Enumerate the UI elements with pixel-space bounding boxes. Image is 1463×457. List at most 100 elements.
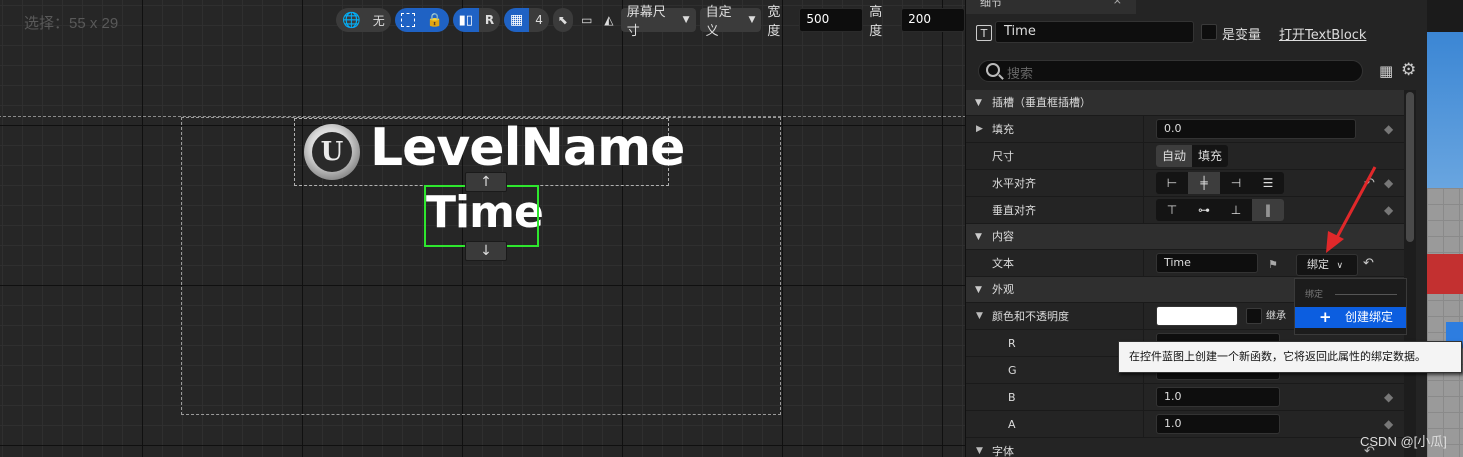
- close-icon[interactable]: ×: [1113, 0, 1122, 6]
- align-bottom-icon[interactable]: ⊥: [1220, 199, 1252, 221]
- inherit-checkbox[interactable]: [1246, 308, 1262, 324]
- column-divider[interactable]: [1143, 197, 1144, 224]
- level-name-text[interactable]: LevelName: [370, 118, 685, 178]
- height-label: 高度: [869, 5, 883, 39]
- align-top-icon[interactable]: ⊤: [1156, 199, 1188, 221]
- reset-icon[interactable]: ↶: [1363, 256, 1374, 271]
- height-input[interactable]: 200: [901, 8, 966, 32]
- grid-snap-toggle[interactable]: ▦ 4: [504, 8, 549, 32]
- lock-icon[interactable]: 🔒: [420, 8, 449, 32]
- scrollbar-thumb[interactable]: [1406, 92, 1414, 242]
- r-label: R: [484, 13, 495, 27]
- move-down-button[interactable]: ↓: [465, 241, 507, 261]
- dashed-outline-icon[interactable]: [394, 8, 421, 32]
- font-row: ▼ 字体 ↶: [966, 438, 1404, 457]
- font-label: 字体: [992, 445, 1014, 457]
- keyframe-icon[interactable]: ◆: [1384, 116, 1393, 143]
- r-label: R: [1008, 337, 1016, 350]
- b-input[interactable]: 1.0: [1156, 387, 1280, 407]
- align-vfill-icon[interactable]: ‖: [1252, 199, 1284, 221]
- grid-snap-value: 4: [535, 13, 543, 27]
- collapsed-triangle-icon[interactable]: ▶: [976, 116, 983, 143]
- padding-input[interactable]: 0.0: [1156, 119, 1356, 139]
- unreal-logo-icon: U: [312, 132, 352, 172]
- flag-icon[interactable]: ⚑: [1268, 258, 1278, 271]
- details-search-input[interactable]: 搜索: [978, 60, 1363, 82]
- respect-locks-toggle[interactable]: ▮▯ R: [452, 8, 501, 32]
- category-slot[interactable]: ▼ 插槽（垂直框插槽）: [966, 90, 1404, 116]
- g-label: G: [1008, 364, 1017, 377]
- a-input[interactable]: 1.0: [1156, 414, 1280, 434]
- is-variable-checkbox[interactable]: [1201, 24, 1217, 40]
- color-label: 颜色和不透明度: [992, 310, 1069, 323]
- details-tab[interactable]: 细节 ×: [966, 0, 1136, 14]
- open-textblock-link[interactable]: 打开TextBlock: [1279, 24, 1366, 43]
- align-center-icon[interactable]: ╪: [1188, 172, 1220, 194]
- column-divider[interactable]: [1143, 250, 1144, 277]
- a-label: A: [1008, 418, 1016, 431]
- keyframe-icon[interactable]: ◆: [1384, 197, 1393, 224]
- designer-toolbar: 🌐 无 🔒 ▮▯ R ▦ 4 ⬉ ▭ ◭ 屏幕尺寸 ▼ 自定义 ▼ 宽度 500…: [336, 5, 966, 39]
- widget-name-input[interactable]: Time: [995, 21, 1194, 43]
- text-label: 文本: [992, 257, 1014, 270]
- category-content-label: 内容: [992, 230, 1014, 243]
- chevron-down-icon: ▼: [748, 15, 756, 25]
- grid-icon[interactable]: ▦: [504, 8, 530, 32]
- align-right-icon[interactable]: ⊣: [1220, 172, 1252, 194]
- time-selection-box[interactable]: [424, 185, 539, 247]
- plus-icon: +: [1319, 308, 1332, 326]
- watermark: CSDN @[小瓜]: [1360, 434, 1447, 449]
- size-toggle: 自动 填充: [1156, 145, 1229, 167]
- outline-lock-toggle[interactable]: 🔒: [394, 8, 449, 32]
- expand-triangle-icon: ▼: [975, 285, 982, 295]
- viewport-sky: [1427, 32, 1463, 192]
- widget-name-row: T Time 是变量 打开TextBlock: [966, 18, 1428, 48]
- size-auto-button[interactable]: 自动: [1156, 145, 1193, 167]
- valign-toggle: ⊤ ⊶ ⊥ ‖: [1156, 199, 1284, 221]
- align-fill-icon[interactable]: ☰: [1252, 172, 1284, 194]
- keyframe-icon[interactable]: ◆: [1384, 170, 1393, 197]
- column-divider[interactable]: [1143, 170, 1144, 197]
- expand-triangle-icon[interactable]: ▼: [976, 438, 983, 457]
- category-appearance-label: 外观: [992, 283, 1014, 296]
- align-middle-icon[interactable]: ⊶: [1188, 199, 1220, 221]
- create-binding-tooltip: 在控件蓝图上创建一个新函数，它将返回此属性的绑定数据。: [1118, 341, 1462, 373]
- column-divider[interactable]: [1143, 411, 1144, 438]
- triangle-icon[interactable]: ◭: [601, 8, 617, 32]
- column-divider[interactable]: [1143, 116, 1144, 143]
- app-root: 选择：55 x 29 U LevelName Time ↑ ↓ 🌐 无 🔒 ▮▯…: [0, 0, 1463, 457]
- localize-toggle[interactable]: 🌐 无: [336, 8, 391, 32]
- annotation-arrow-icon: [1326, 166, 1377, 253]
- align-left-icon[interactable]: ⊢: [1156, 172, 1188, 194]
- unreal-logo-image[interactable]: U: [304, 124, 360, 180]
- size-fill-button[interactable]: 填充: [1192, 145, 1228, 167]
- expand-triangle-icon: ▼: [975, 232, 982, 242]
- width-input[interactable]: 500: [799, 8, 864, 32]
- image-icon[interactable]: ▭: [577, 8, 597, 32]
- details-tab-label: 细节: [980, 0, 1002, 9]
- expand-triangle-icon: ▼: [975, 98, 982, 108]
- b-row: B 1.0 ◆: [966, 384, 1404, 411]
- color-swatch[interactable]: [1156, 306, 1238, 326]
- create-binding-label: 创建绑定: [1345, 310, 1394, 324]
- create-binding-item[interactable]: + 创建绑定: [1295, 307, 1406, 328]
- is-variable-label: 是变量: [1222, 28, 1262, 43]
- text-value-input[interactable]: Time: [1156, 253, 1258, 273]
- expand-triangle-icon[interactable]: ▼: [976, 303, 983, 330]
- column-divider[interactable]: [1143, 303, 1144, 330]
- custom-size-dropdown[interactable]: 自定义 ▼: [699, 5, 762, 39]
- designer-canvas[interactable]: 选择：55 x 29 U LevelName Time ↑ ↓ 🌐 无 🔒 ▮▯…: [0, 0, 966, 457]
- keyframe-icon[interactable]: ◆: [1384, 384, 1393, 411]
- valign-label: 垂直对齐: [992, 204, 1036, 217]
- column-divider[interactable]: [1143, 384, 1144, 411]
- table-view-icon[interactable]: ▦: [1379, 62, 1393, 80]
- gear-icon[interactable]: ⚙: [1401, 60, 1416, 80]
- column-divider[interactable]: [1143, 143, 1144, 170]
- padding-label: 填充: [992, 123, 1014, 136]
- cursor-select-icon[interactable]: ⬉: [552, 8, 573, 32]
- screen-size-dropdown[interactable]: 屏幕尺寸 ▼: [620, 5, 696, 39]
- move-up-button[interactable]: ↑: [465, 172, 507, 192]
- layout-icon[interactable]: ▮▯: [452, 8, 479, 32]
- bind-menu-header: 绑定: [1295, 287, 1406, 300]
- bind-dropdown-button[interactable]: 绑定 ∨: [1296, 254, 1358, 276]
